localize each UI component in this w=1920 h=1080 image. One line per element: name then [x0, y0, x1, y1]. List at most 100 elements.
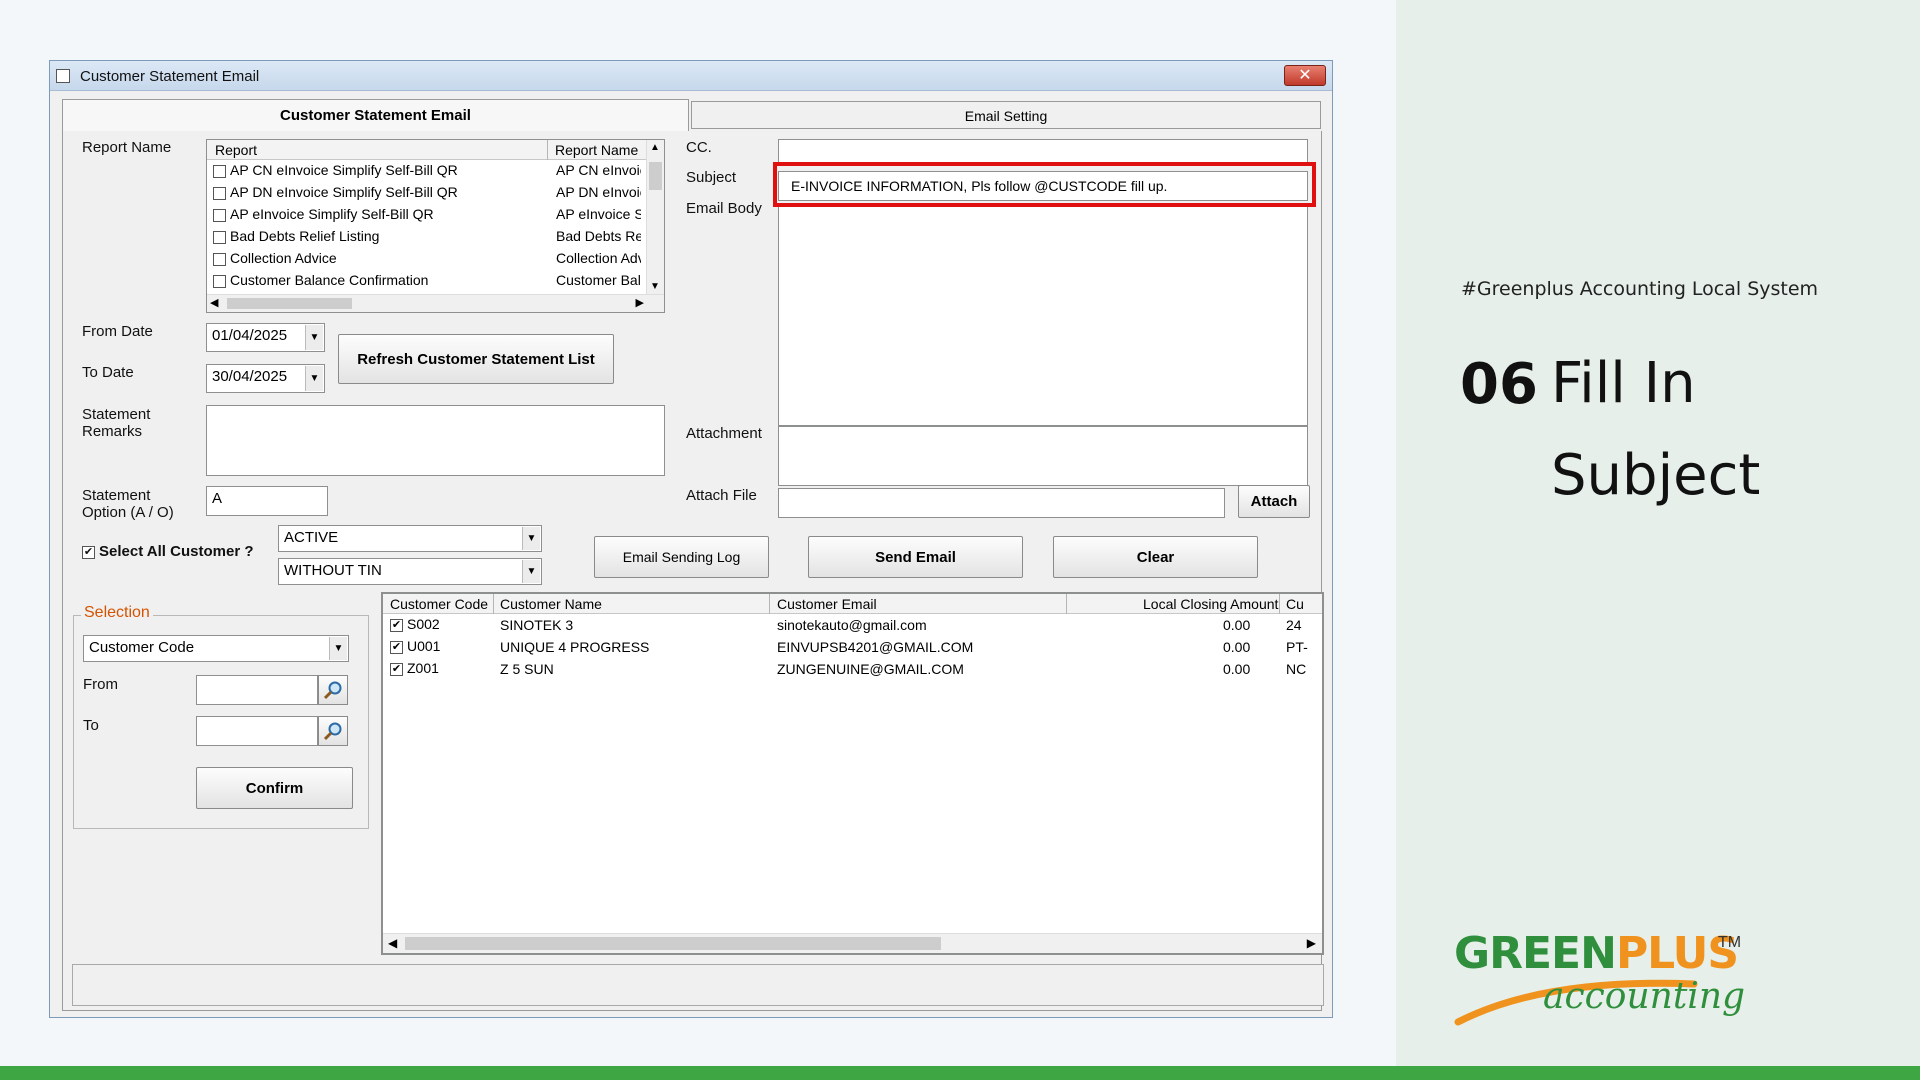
report-checkbox[interactable]	[213, 252, 226, 266]
email-body-textarea[interactable]	[778, 204, 1308, 426]
selection-from-input[interactable]	[196, 675, 318, 705]
email-sending-log-button[interactable]: Email Sending Log	[594, 536, 769, 578]
col-cu[interactable]: Cu	[1286, 596, 1304, 612]
report-name-cell: AP CN eInvoic	[556, 162, 641, 178]
statement-option-field[interactable]: A	[206, 486, 328, 516]
statement-remarks-field[interactable]	[206, 405, 665, 476]
refresh-statement-list-button[interactable]: Refresh Customer Statement List	[338, 334, 614, 384]
label-line: Option (A / O)	[82, 504, 174, 521]
list-item[interactable]: AP eInvoice Simplify Self-Bill QR	[213, 206, 434, 222]
status-bar	[72, 964, 1324, 1006]
tab-email-setting[interactable]: Email Setting	[691, 101, 1321, 129]
selection-field-select[interactable]: Customer Code ▼	[83, 635, 349, 662]
selection-to-input[interactable]	[196, 716, 318, 746]
report-title: AP CN eInvoice Simplify Self-Bill QR	[230, 162, 458, 178]
from-search-button[interactable]	[318, 675, 348, 705]
grid-horizontal-scrollbar[interactable]: ◀ ▶	[383, 933, 1322, 953]
report-list-vertical-scrollbar[interactable]: ▲ ▼	[646, 140, 664, 294]
table-row[interactable]: ✔ Z001	[390, 660, 439, 676]
select-all-customer[interactable]: ✔ Select All Customer ?	[82, 543, 253, 560]
report-name-cell: Collection Adv	[556, 250, 641, 266]
col-local-closing-amount[interactable]: Local Closing Amount	[1143, 596, 1278, 612]
row-checkbox[interactable]: ✔	[390, 640, 403, 654]
row-checkbox[interactable]: ✔	[390, 618, 403, 632]
selection-to-label: To	[83, 717, 99, 734]
report-title: AP DN eInvoice Simplify Self-Bill QR	[230, 184, 458, 200]
to-date-field[interactable]: 30/04/2025 ▼	[206, 364, 325, 393]
from-date-field[interactable]: 01/04/2025 ▼	[206, 323, 325, 352]
list-item[interactable]: AP DN eInvoice Simplify Self-Bill QR	[213, 184, 458, 200]
customer-grid[interactable]: Customer Code Customer Name Customer Ema…	[381, 592, 1324, 955]
confirm-button[interactable]: Confirm	[196, 767, 353, 809]
report-checkbox[interactable]	[213, 230, 226, 244]
scroll-left-icon[interactable]: ◀	[210, 296, 218, 309]
status-filter-select[interactable]: ACTIVE ▼	[278, 525, 542, 552]
list-item[interactable]: Collection Advice	[213, 250, 337, 266]
label-line: Statement	[82, 487, 151, 504]
scroll-thumb[interactable]	[649, 162, 662, 190]
table-row[interactable]: ✔ S002	[390, 616, 440, 632]
report-name-cell: AP DN eInvoic	[556, 184, 641, 200]
tin-filter-select[interactable]: WITHOUT TIN ▼	[278, 558, 542, 585]
to-search-button[interactable]	[318, 716, 348, 746]
attach-file-label: Attach File	[686, 487, 757, 504]
scroll-right-icon[interactable]: ▶	[1307, 936, 1316, 950]
report-checkbox[interactable]	[213, 208, 226, 222]
report-name-cell: AP eInvoice S	[556, 206, 641, 222]
attach-file-input[interactable]	[778, 488, 1225, 518]
scroll-down-icon[interactable]: ▼	[650, 281, 660, 292]
app-icon	[56, 69, 70, 83]
col-customer-name[interactable]: Customer Name	[500, 596, 602, 612]
attachment-label: Attachment	[686, 425, 762, 442]
col-report-name[interactable]: Report Name	[555, 142, 638, 158]
scroll-up-icon[interactable]: ▲	[650, 142, 660, 153]
scroll-thumb[interactable]	[227, 298, 352, 309]
chevron-down-icon[interactable]: ▼	[522, 527, 540, 550]
cell-code: U001	[407, 638, 441, 654]
report-list-horizontal-scrollbar[interactable]: ◀ ▶	[207, 294, 664, 312]
select-all-checkbox[interactable]: ✔	[82, 545, 95, 559]
tab-customer-statement-email[interactable]: Customer Statement Email	[62, 99, 689, 131]
cell-code: Z001	[407, 660, 439, 676]
clear-button[interactable]: Clear	[1053, 536, 1258, 578]
close-button[interactable]: ✕	[1284, 65, 1326, 86]
label-line: Statement	[82, 406, 151, 423]
scroll-right-icon[interactable]: ▶	[636, 296, 644, 309]
list-item[interactable]: AP CN eInvoice Simplify Self-Bill QR	[213, 162, 458, 178]
hashtag-text: #Greenplus Accounting Local System	[1461, 278, 1819, 300]
report-list[interactable]: Report Report Name AP CN eInvoice Simpli…	[206, 139, 665, 313]
row-checkbox[interactable]: ✔	[390, 662, 403, 676]
col-divider	[769, 594, 770, 614]
title-bar[interactable]: Customer Statement Email ✕	[50, 61, 1332, 91]
report-title: AP eInvoice Simplify Self-Bill QR	[230, 206, 434, 222]
attach-button[interactable]: Attach	[1238, 485, 1310, 518]
report-name-label: Report Name	[82, 139, 172, 156]
list-item[interactable]: Customer Balance Confirmation	[213, 272, 428, 288]
chevron-down-icon[interactable]: ▼	[305, 366, 323, 391]
list-item[interactable]: Bad Debts Relief Listing	[213, 228, 379, 244]
report-checkbox[interactable]	[213, 274, 226, 288]
cell-email: ZUNGENUINE@GMAIL.COM	[777, 661, 964, 677]
send-email-button[interactable]: Send Email	[808, 536, 1023, 578]
chevron-down-icon[interactable]: ▼	[522, 560, 540, 583]
info-panel	[1396, 0, 1920, 1080]
col-divider	[1066, 594, 1067, 614]
col-divider	[1279, 594, 1280, 614]
col-divider	[493, 594, 494, 614]
report-checkbox[interactable]	[213, 164, 226, 178]
col-report[interactable]: Report	[215, 142, 257, 158]
scroll-thumb[interactable]	[405, 937, 941, 950]
cell-cu: PT-	[1286, 639, 1308, 655]
attachment-list[interactable]	[778, 426, 1308, 486]
step-title: Fill In Subject	[1551, 338, 1881, 522]
col-customer-email[interactable]: Customer Email	[777, 596, 877, 612]
chevron-down-icon[interactable]: ▼	[329, 637, 347, 660]
cell-email: EINVUPSB4201@GMAIL.COM	[777, 639, 974, 655]
step-title-line-1: Fill In	[1551, 351, 1696, 416]
report-checkbox[interactable]	[213, 186, 226, 200]
scroll-left-icon[interactable]: ◀	[388, 936, 397, 950]
col-customer-code[interactable]: Customer Code	[390, 596, 488, 612]
cell-name: SINOTEK 3	[500, 617, 574, 633]
table-row[interactable]: ✔ U001	[390, 638, 440, 654]
chevron-down-icon[interactable]: ▼	[305, 325, 323, 350]
